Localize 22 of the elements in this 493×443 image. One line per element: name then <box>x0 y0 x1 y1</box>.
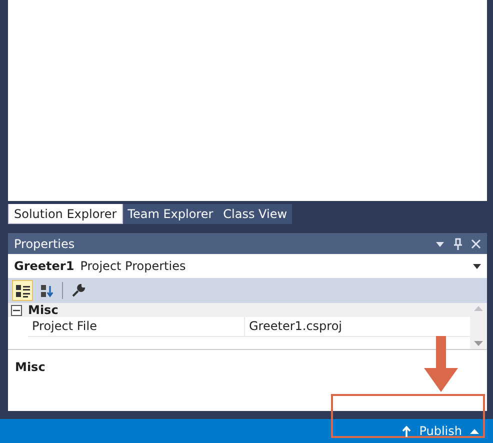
wrench-icon <box>72 284 85 297</box>
pin-icon[interactable] <box>453 238 463 250</box>
publish-button[interactable]: Publish <box>402 424 479 438</box>
dropdown-icon <box>473 264 481 268</box>
categorized-icon <box>16 284 30 298</box>
sort-icon <box>40 284 54 298</box>
panel-tab[interactable]: Solution Explorer <box>8 204 123 224</box>
panel-tab[interactable]: Class View <box>218 204 292 224</box>
up-arrow-icon <box>402 426 412 436</box>
object-name: Greeter1 <box>14 259 74 273</box>
property-value[interactable]: Greeter1.csproj <box>245 317 342 336</box>
caret-icon <box>470 428 479 434</box>
toolbar-button[interactable] <box>12 280 33 301</box>
object-type: Project Properties <box>80 259 187 273</box>
property-name: Project File <box>28 317 245 336</box>
collapse-toggle[interactable] <box>11 304 22 316</box>
panel-title: Properties <box>14 236 76 250</box>
close-icon[interactable] <box>471 238 481 250</box>
description-title: Misc <box>15 360 46 374</box>
panel-tab[interactable]: Team Explorer <box>122 204 218 224</box>
object-selector[interactable]: Greeter1 Project Properties <box>8 254 487 278</box>
category-label: Misc <box>28 303 58 317</box>
